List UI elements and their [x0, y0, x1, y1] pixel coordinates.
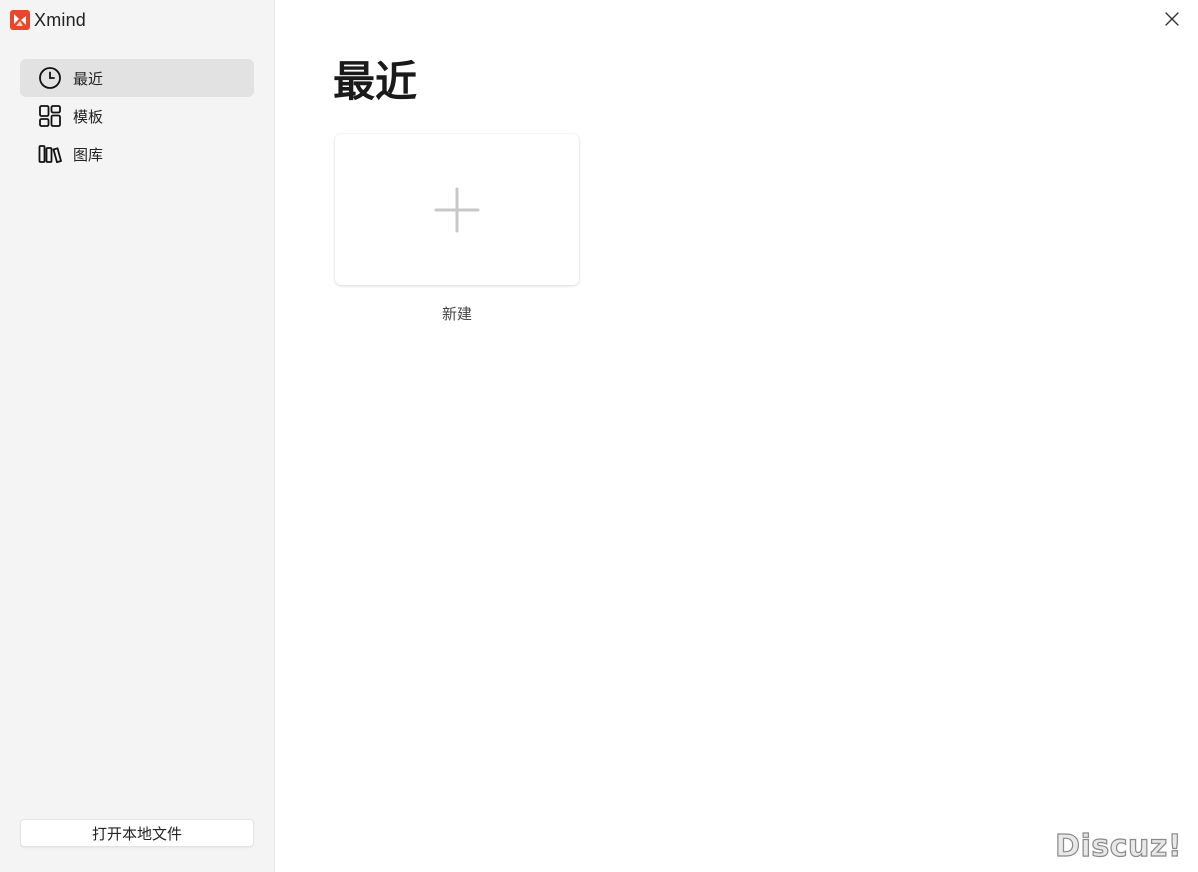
main-content: 最近 新建 Discuz! — [275, 0, 1198, 872]
library-icon — [38, 142, 62, 166]
xmind-logo-icon — [10, 10, 30, 30]
open-local-file-button[interactable]: 打开本地文件 — [20, 819, 254, 847]
sidebar-item-recent[interactable]: 最近 — [20, 59, 254, 97]
sidebar-item-library[interactable]: 图库 — [20, 135, 254, 173]
sidebar-item-label: 最近 — [73, 69, 104, 88]
close-icon — [1165, 12, 1179, 26]
sidebar-item-label: 模板 — [73, 107, 104, 126]
xmind-window: Xmind 最近 模板 图库 打开本地文件 最近 新建 Discuz! — [0, 0, 1198, 872]
page-title: 最近 — [333, 57, 418, 106]
sidebar-nav: 最近 模板 图库 — [20, 59, 254, 173]
new-file-card[interactable] — [335, 134, 579, 285]
brand: Xmind — [10, 9, 86, 31]
plus-icon — [434, 187, 480, 232]
sidebar-item-label: 图库 — [73, 145, 104, 164]
grid-icon — [38, 104, 62, 128]
new-file-label: 新建 — [441, 305, 472, 323]
clock-icon — [38, 66, 62, 90]
app-title: Xmind — [34, 9, 87, 30]
watermark: Discuz! — [1055, 828, 1183, 864]
close-button[interactable] — [1162, 9, 1182, 29]
sidebar: Xmind 最近 模板 图库 打开本地文件 — [0, 0, 275, 872]
sidebar-item-templates[interactable]: 模板 — [20, 97, 254, 135]
